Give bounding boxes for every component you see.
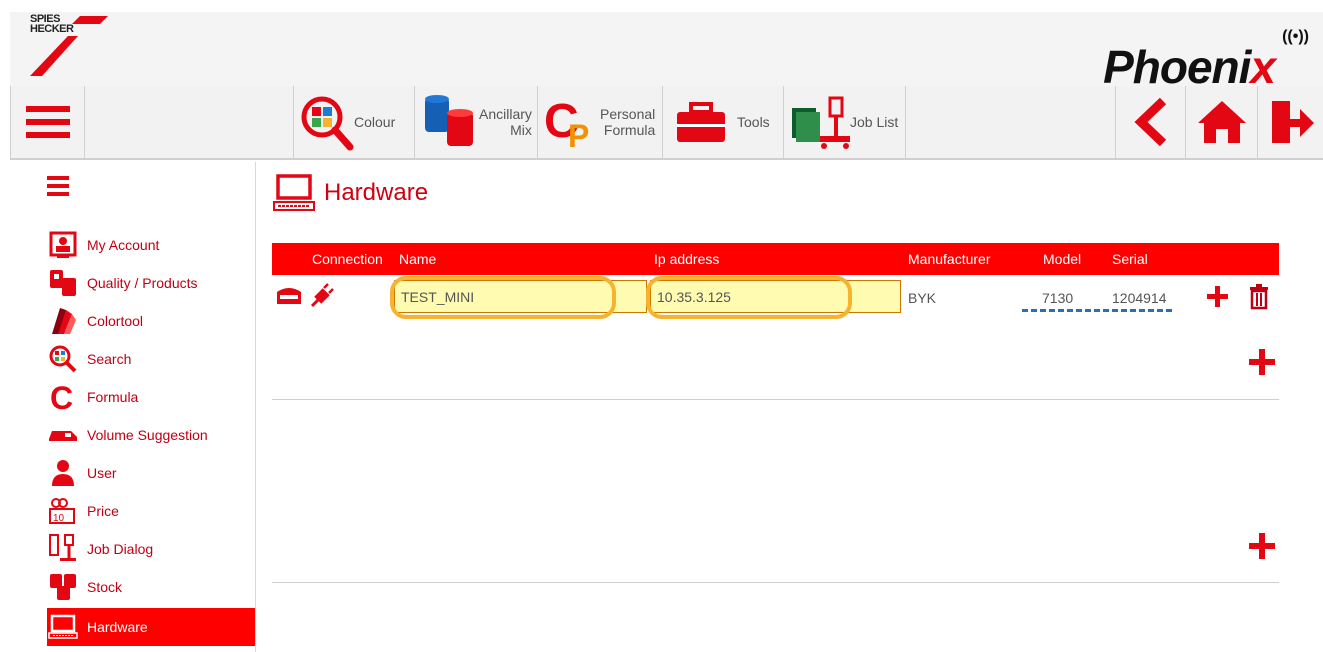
col-manufacturer: Manufacturer (908, 251, 991, 267)
stock-cans-icon (50, 574, 76, 600)
logout-door-icon (1271, 101, 1314, 143)
sidebar: My Account Quality / Products Colortool … (10, 162, 256, 652)
ancillary-label-line1: Ancillary (479, 106, 532, 122)
user-icon (52, 460, 74, 486)
tools-button[interactable]: Tools (662, 86, 783, 158)
svg-text:C: C (50, 381, 73, 413)
personal-formula-icon: C P (544, 95, 589, 151)
serial-value: 1204914 (1112, 290, 1167, 306)
sidebar-item-label: Job Dialog (87, 541, 154, 557)
add-row-icon[interactable] (1205, 284, 1235, 314)
wireless-icon: ((•)) (1282, 28, 1309, 45)
ancillary-label-line2: Mix (510, 122, 532, 138)
paint-cans-icon (50, 270, 76, 296)
colour-fan-icon (52, 308, 76, 334)
sidebar-item-label: Stock (87, 579, 123, 595)
device-name-input[interactable] (394, 280, 647, 313)
ip-address-input[interactable] (650, 280, 901, 313)
sidebar-toggle[interactable] (47, 176, 71, 201)
personal-formula-button[interactable]: C P Personal Formula (537, 86, 662, 158)
plug-icon[interactable] (308, 282, 334, 310)
account-icon (49, 231, 77, 258)
table-row: BYK 7130 1204914 (272, 276, 1279, 319)
manufacturer-value: BYK (908, 290, 937, 306)
section-divider (272, 582, 1279, 583)
sidebar-item-price[interactable]: 10 Price (47, 492, 255, 530)
ancillary-cans-icon (425, 95, 473, 146)
tools-label: Tools (737, 114, 770, 130)
menu-button[interactable] (10, 86, 84, 158)
col-serial: Serial (1112, 251, 1148, 267)
spies-hecker-logo: SPIES HECKER (20, 14, 110, 76)
hamburger-icon (47, 176, 69, 196)
main-content: Hardware Connection Name Ip address Manu… (272, 162, 1280, 652)
toolbox-icon (677, 102, 725, 142)
price-icon: 10 (49, 498, 75, 524)
home-button[interactable] (1185, 86, 1257, 158)
colour-button[interactable]: Colour (293, 86, 414, 158)
sidebar-item-colortool[interactable]: Colortool (47, 302, 255, 340)
sidebar-item-label: Formula (87, 389, 139, 405)
col-connection: Connection (312, 251, 383, 267)
sidebar-item-quality-products[interactable]: Quality / Products (47, 264, 255, 302)
chevron-left-icon (1133, 97, 1166, 147)
device-icon (277, 288, 301, 304)
sidebar-item-label: Colortool (87, 313, 144, 329)
sidebar-item-search[interactable]: Search (47, 340, 255, 378)
job-dialog-icon (49, 534, 76, 561)
logout-button[interactable] (1257, 86, 1323, 158)
home-icon (1197, 101, 1246, 143)
ancillary-mix-button[interactable]: Ancillary Mix (414, 86, 537, 158)
job-list-label: Job List (850, 114, 899, 130)
col-ip: Ip address (654, 251, 720, 267)
colour-search-icon (301, 96, 354, 151)
sidebar-item-user[interactable]: User (47, 454, 255, 492)
col-name: Name (399, 251, 437, 267)
laptop-icon (48, 614, 78, 639)
sidebar-item-label: Price (87, 503, 119, 519)
svg-text:10: 10 (53, 513, 65, 524)
main-toolbar: Colour Ancillary Mix C P Personal Formul… (10, 86, 1323, 160)
table-header: Connection Name Ip address Manufacturer … (272, 243, 1279, 275)
colour-label: Colour (354, 114, 396, 130)
job-list-button[interactable]: Job List (783, 86, 905, 158)
job-list-icon (792, 96, 850, 149)
sidebar-item-hardware[interactable]: Hardware (47, 608, 255, 646)
col-model: Model (1043, 251, 1082, 267)
section-divider (272, 399, 1279, 400)
personal-label-line2: Formula (603, 122, 656, 138)
sidebar-item-stock[interactable]: Stock (47, 568, 255, 606)
sidebar-item-formula[interactable]: C Formula (47, 378, 255, 416)
personal-label-line1: Personal (600, 106, 656, 122)
sidebar-item-label: Search (87, 351, 132, 367)
search-icon (49, 345, 77, 373)
sidebar-item-job-dialog[interactable]: Job Dialog (47, 530, 255, 568)
model-value: 7130 (1042, 290, 1074, 306)
laptop-icon (273, 174, 315, 211)
app-header: SPIES HECKER Phoenix ((•)) (10, 12, 1323, 93)
sidebar-item-my-account[interactable]: My Account (47, 226, 255, 264)
car-icon (49, 431, 77, 441)
formula-c-icon: C (50, 381, 73, 413)
add-hardware-icon[interactable] (1247, 531, 1277, 561)
hamburger-icon (25, 106, 70, 138)
back-button[interactable] (1115, 86, 1185, 158)
sidebar-item-label: Quality / Products (87, 275, 198, 291)
svg-text:P: P (568, 118, 589, 151)
sidebar-item-label: Hardware (87, 619, 148, 635)
add-hardware-icon[interactable] (1247, 347, 1277, 377)
sidebar-item-label: Volume Suggestion (87, 427, 208, 443)
page-title-text: Hardware (324, 179, 429, 206)
trash-icon[interactable] (1248, 284, 1270, 310)
sidebar-item-label: My Account (87, 237, 160, 253)
page-title: Hardware (272, 174, 428, 212)
sidebar-item-label: User (87, 465, 117, 481)
sidebar-item-volume-suggestion[interactable]: Volume Suggestion (47, 416, 255, 454)
